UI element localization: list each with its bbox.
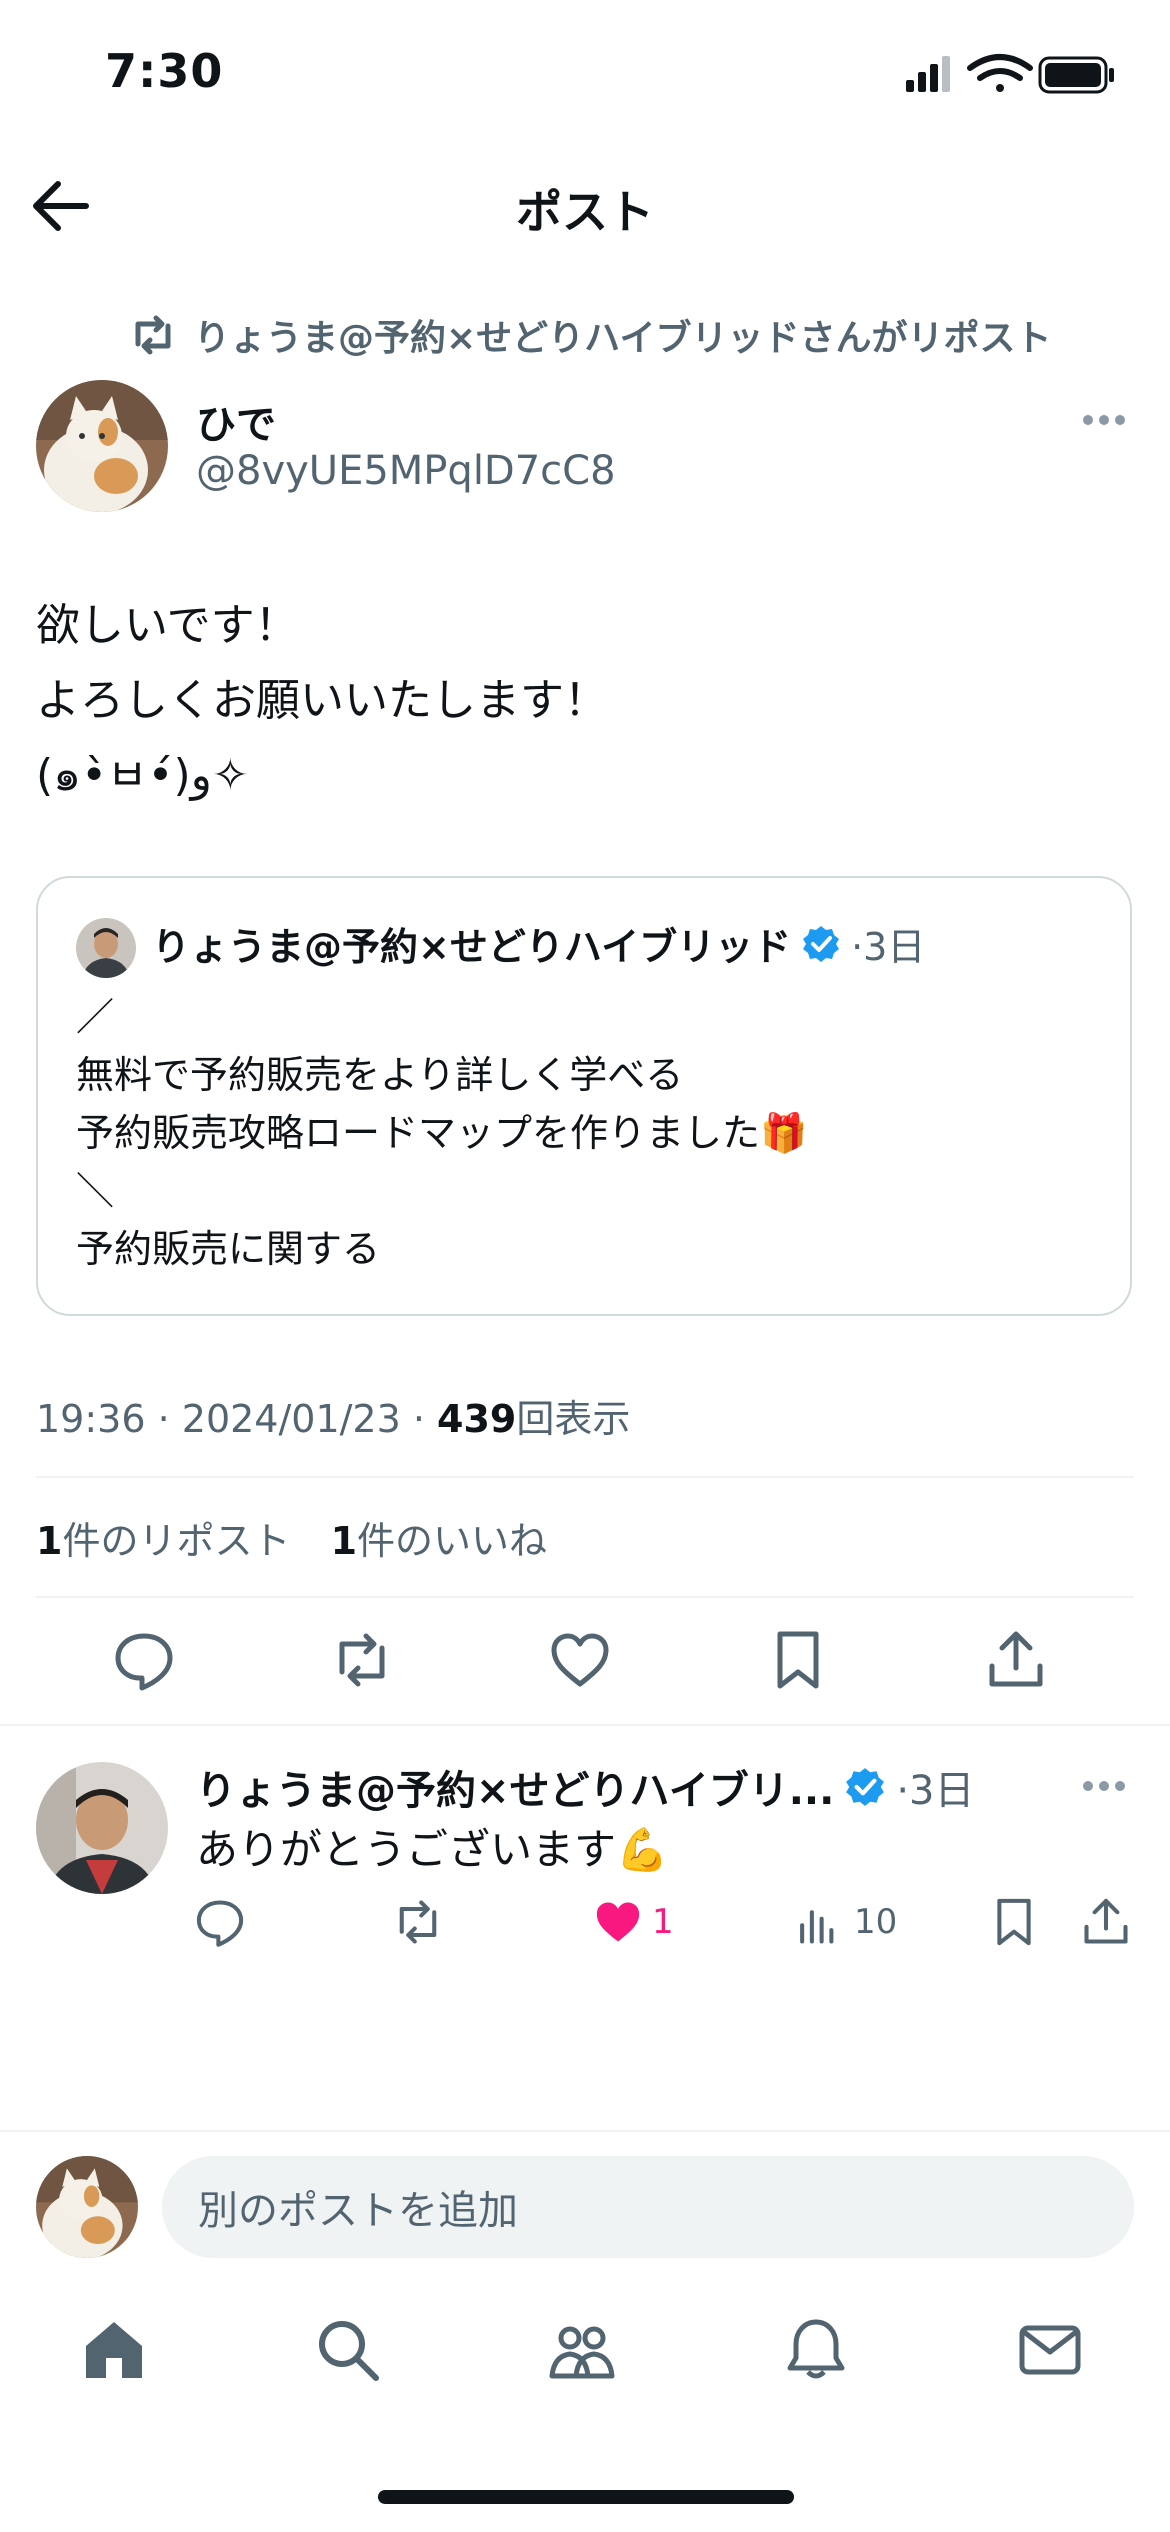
reply-text: ありがとうございます💪: [196, 1825, 669, 1874]
reply-views-button[interactable]: 10: [794, 1892, 897, 1952]
reply-repost-button[interactable]: [392, 1892, 444, 1952]
share-icon: [989, 1631, 1043, 1687]
verified-badge-icon: [846, 1768, 885, 1806]
repost-stat[interactable]: 1件のリポスト: [36, 1519, 290, 1563]
reply-more-options-button[interactable]: [1080, 1776, 1128, 1796]
quoted-post-time: ·3日: [851, 925, 926, 969]
like-stat[interactable]: 1件のいいね: [331, 1519, 547, 1563]
divider: [36, 1596, 1134, 1598]
reply-author-avatar[interactable]: [36, 1762, 168, 1894]
quoted-line: ／: [76, 995, 115, 1039]
quoted-line: 予約販売攻略ロードマップを作りました🎁: [76, 1111, 808, 1155]
reply-author-name[interactable]: りょうま@予約×せどりハイブリ...: [196, 1758, 834, 1816]
divider: [0, 1724, 1170, 1726]
my-avatar[interactable]: [36, 2156, 138, 2258]
heart-outline-icon: [551, 1633, 609, 1687]
divider: [36, 1476, 1134, 1478]
more-dots-icon: [1083, 415, 1125, 425]
view-count: 439: [437, 1397, 517, 1441]
post-date: 2024/01/23: [181, 1397, 401, 1441]
tab-search[interactable]: [312, 2314, 392, 2394]
engagement-stats: 1件のリポスト 1件のいいね: [36, 1510, 575, 1565]
tab-notifications[interactable]: [780, 2314, 860, 2394]
repost-banner[interactable]: りょうま@予約×せどりハイブリッドさんがリポスト: [130, 310, 1051, 360]
status-time: 7:30: [105, 44, 224, 98]
repost-button[interactable]: [330, 1628, 400, 1698]
bookmark-button[interactable]: [766, 1628, 836, 1698]
more-options-button[interactable]: [1080, 410, 1128, 430]
wifi-icon: [967, 54, 1033, 92]
quoted-post-body: ／ 無料で予約販売をより詳しく学べる 予約販売攻略ロードマップを作りました🎁 ＼…: [76, 988, 807, 1278]
bell-icon: [787, 2319, 845, 2379]
bookmark-icon: [777, 1631, 819, 1689]
quoted-line: 予約販売に関する: [76, 1227, 381, 1271]
tab-messages[interactable]: [1014, 2314, 1094, 2394]
bookmark-icon: [997, 1898, 1031, 1946]
comment-icon: [196, 1900, 244, 1947]
tab-home[interactable]: [78, 2314, 158, 2394]
battery-icon: [1038, 56, 1114, 94]
author-name[interactable]: ひで: [196, 392, 276, 450]
quoted-author-avatar: [76, 918, 136, 978]
reply-button[interactable]: [112, 1628, 182, 1698]
repost-icon: [399, 1900, 437, 1944]
reply-reply-button[interactable]: [194, 1892, 246, 1952]
add-post-input[interactable]: 別のポストを追加: [162, 2156, 1134, 2258]
share-icon: [1084, 1898, 1128, 1944]
quoted-post-header: りょうま@予約×せどりハイブリッド ·3日: [152, 916, 925, 971]
heart-filled-icon: [596, 1902, 640, 1942]
quoted-line: 無料で予約販売をより詳しく学べる: [76, 1053, 684, 1097]
more-dots-icon: [1083, 1781, 1125, 1791]
repost-icon: [135, 315, 171, 355]
reply-share-button[interactable]: [1080, 1892, 1132, 1952]
cellular-signal-icon: [906, 56, 950, 92]
page-title: ポスト: [516, 185, 654, 239]
quoted-author-name: りょうま@予約×せどりハイブリッド: [152, 925, 792, 969]
share-button[interactable]: [984, 1628, 1054, 1698]
mail-icon: [1019, 2325, 1081, 2375]
home-icon: [86, 2322, 142, 2378]
view-count-label: 回表示: [516, 1397, 631, 1441]
repost-banner-text: りょうま@予約×せどりハイブリッドさんがリポスト: [194, 318, 1052, 359]
reply-like-count: 1: [652, 1902, 674, 1942]
status-icons: [900, 52, 1130, 96]
reply-time: ·3日: [896, 1768, 975, 1814]
post-line: よろしくお願いいたします！: [36, 675, 608, 726]
communities-icon: [549, 2326, 615, 2379]
reply-view-count: 10: [854, 1902, 898, 1942]
search-icon: [319, 2321, 379, 2381]
divider: [0, 2130, 1170, 2132]
reply-like-button[interactable]: 1: [592, 1892, 674, 1952]
author-avatar[interactable]: [36, 380, 168, 512]
comment-icon: [115, 1633, 173, 1691]
post-timestamp-line[interactable]: 19:36 · 2024/01/23 · 439回表示: [36, 1388, 630, 1443]
tab-communities[interactable]: [546, 2314, 626, 2394]
post-line: 欲しいです！: [36, 600, 299, 651]
post-line: (๑•̀ㅂ•́)و✧: [36, 750, 249, 801]
quoted-line: ＼: [76, 1169, 115, 1213]
reply-bookmark-button[interactable]: [988, 1892, 1040, 1952]
home-indicator: [378, 2490, 794, 2504]
verified-badge-icon: [803, 925, 840, 962]
repost-icon: [339, 1633, 385, 1687]
post-time: 19:36: [36, 1397, 146, 1441]
quoted-post-card[interactable]: りょうま@予約×せどりハイブリッド ·3日 ／ 無料で予約販売をより詳しく学べる…: [36, 876, 1132, 1316]
author-handle[interactable]: @8vyUE5MPqlD7cC8: [196, 448, 616, 494]
analytics-icon: [800, 1910, 834, 1944]
like-button[interactable]: [548, 1628, 618, 1698]
reply-header: りょうま@予約×せどりハイブリ... ·3日: [196, 1758, 974, 1816]
post-body: 欲しいです！ よろしくお願いいたします！ (๑•̀ㅂ•́)و✧: [36, 588, 608, 813]
add-post-placeholder: 別のポストを追加: [198, 2188, 518, 2234]
